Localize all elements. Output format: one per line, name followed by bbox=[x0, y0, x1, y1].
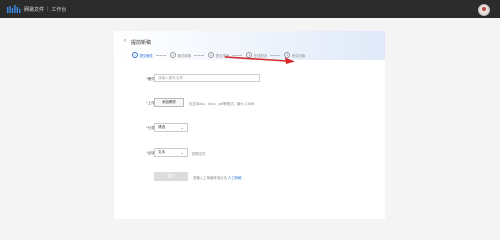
name-input[interactable]: 请输入稿件名称 bbox=[154, 74, 260, 82]
type-value: 文本 bbox=[158, 150, 166, 154]
app-logo[interactable]: 网易文件 bbox=[7, 4, 45, 14]
add-file-button[interactable]: 添加稿件 bbox=[154, 98, 184, 107]
page-title: 提前新稿 bbox=[131, 40, 152, 46]
step-connector bbox=[156, 54, 167, 56]
workspace-link[interactable]: 工作台 bbox=[51, 6, 66, 13]
top-bar: 网易文件 | 工作台 bbox=[0, 0, 500, 18]
avatar[interactable] bbox=[478, 4, 490, 16]
step-connector bbox=[194, 54, 205, 56]
manual-convert-link[interactable]: 人工转稿 bbox=[228, 176, 242, 180]
manual-notice-text: 若输入工单编号请点击 bbox=[193, 176, 227, 180]
upload-hint: 仅支持doc、docx、pdf等格式，最大 1.5MB bbox=[189, 102, 255, 106]
category-value: 请选 bbox=[158, 125, 166, 129]
brand-name: 网易文件 bbox=[24, 6, 45, 13]
chevron-down-icon: ⌄ bbox=[180, 150, 184, 155]
category-select[interactable]: 请选 ⌄ bbox=[154, 123, 188, 132]
step-number: 2 bbox=[170, 52, 177, 58]
step-2: 2 格式转换 bbox=[170, 52, 205, 58]
step-label: 提交稿件 bbox=[139, 53, 154, 58]
chevron-down-icon: ⌄ bbox=[180, 125, 184, 130]
step-number: 3 bbox=[208, 52, 215, 58]
step-label: 格式转换 bbox=[177, 53, 192, 58]
manual-notice: 若输入工单编号请点击 人工转稿 bbox=[193, 175, 241, 180]
annotation-arrow bbox=[225, 56, 295, 64]
logo-icon bbox=[7, 4, 21, 13]
type-select[interactable]: 文本 ⌄ bbox=[154, 148, 188, 157]
topbar-separator: | bbox=[47, 6, 49, 12]
step-number: 1 bbox=[132, 52, 138, 58]
step-1: 1 提交稿件 bbox=[132, 52, 167, 58]
submit-button[interactable]: 提交 bbox=[154, 172, 188, 181]
back-icon[interactable]: ‹ bbox=[124, 38, 126, 44]
type-hint: 按照文件 bbox=[192, 152, 206, 156]
